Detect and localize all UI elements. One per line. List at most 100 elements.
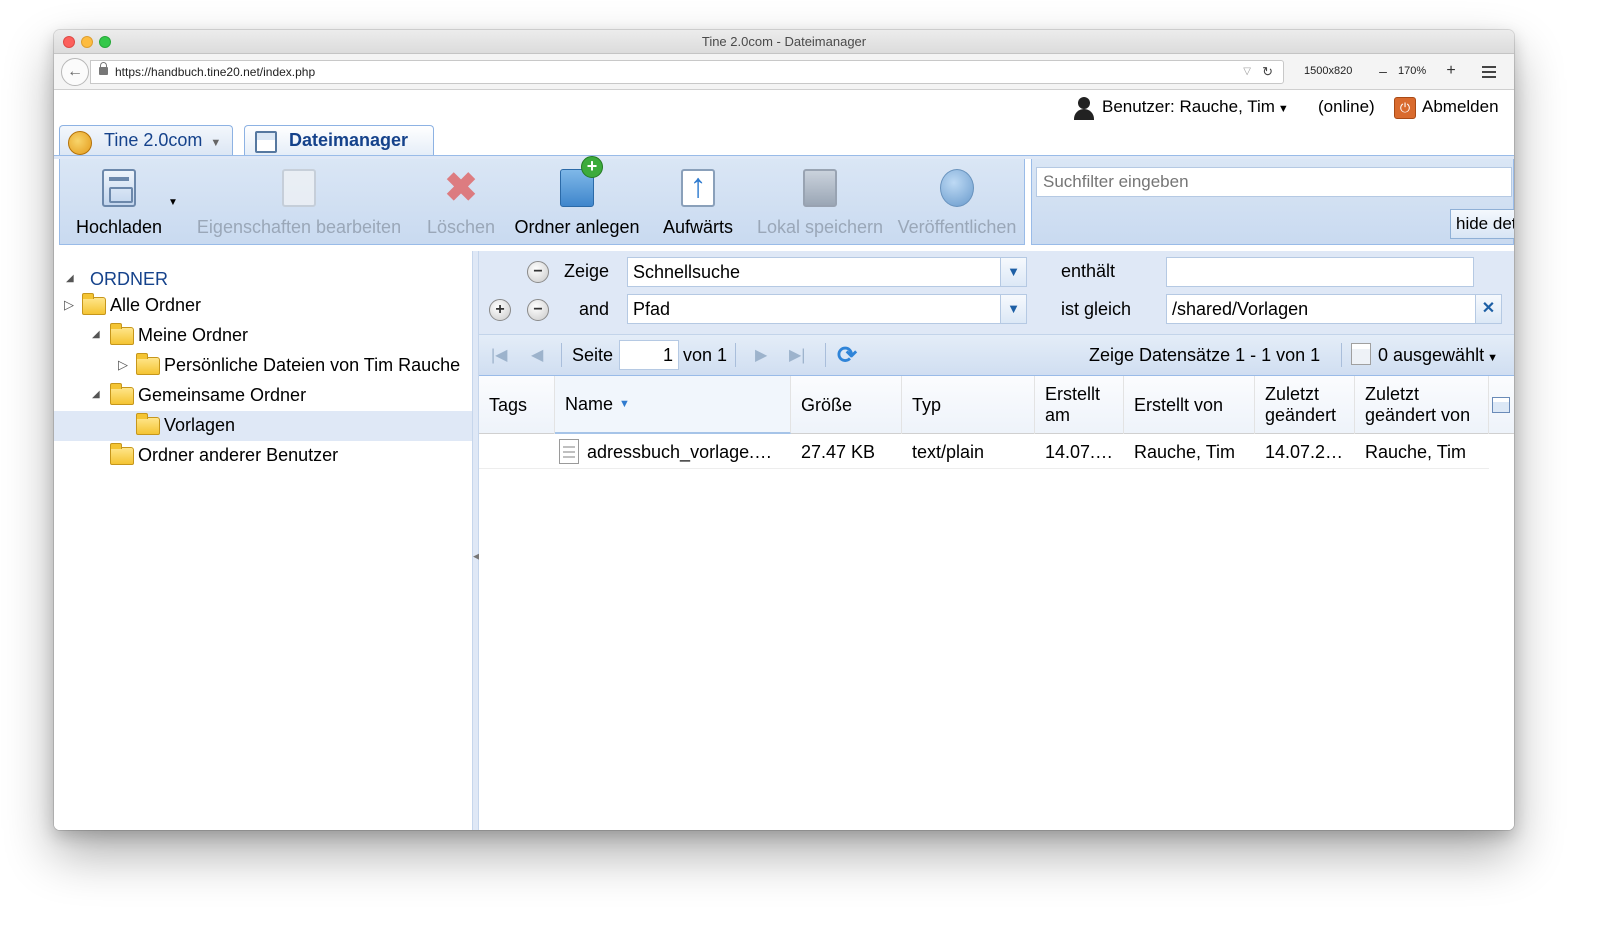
tree-item-label: Alle Ordner	[110, 295, 202, 315]
column-header-type[interactable]: Typ	[902, 376, 1035, 434]
tree-item-meine-ordner[interactable]: ◢ Meine Ordner	[54, 321, 472, 351]
column-header-created[interactable]: Erstellt am	[1035, 376, 1124, 434]
selection-menu[interactable]: 0 ausgewählt ▼	[1378, 345, 1498, 366]
edit-properties-button[interactable]: Eigenschaften bearbeiten	[188, 159, 410, 245]
clear-x-icon[interactable]: ✕	[1475, 295, 1501, 323]
tree-item-vorlagen[interactable]: Vorlagen	[54, 411, 472, 441]
zoom-in-button[interactable]: +	[1438, 60, 1464, 84]
folder-icon	[110, 383, 134, 405]
page-of-label: von 1	[683, 345, 728, 365]
cell-modified-by: Rauche, Tim	[1365, 442, 1467, 462]
folder-tree: ◢ ORDNER ▷ Alle Ordner ◢ Meine Ordner ▷ …	[54, 251, 472, 830]
close-window-button[interactable]	[63, 36, 75, 48]
column-header-created-by[interactable]: Erstellt von	[1124, 376, 1255, 434]
delete-label: Löschen	[426, 217, 496, 237]
delete-button[interactable]: ✖ Löschen	[418, 159, 504, 245]
search-input[interactable]	[1036, 167, 1512, 197]
text-file-icon	[559, 439, 579, 464]
filter-operator[interactable]: enthält	[1061, 261, 1115, 282]
hide-details-button[interactable]: hide details	[1450, 209, 1514, 239]
calendar-icon	[1351, 343, 1371, 365]
back-arrow-icon[interactable]: ←	[61, 58, 89, 86]
zoom-window-button[interactable]	[99, 36, 111, 48]
refresh-icon[interactable]: ⟳	[837, 341, 857, 370]
column-header-modified-by[interactable]: Zuletzt geändert von	[1355, 376, 1489, 434]
arrow-up-icon	[681, 167, 715, 207]
filemanager-icon	[255, 131, 277, 153]
upload-button[interactable]: ▼ Hochladen	[60, 159, 178, 245]
first-page-icon[interactable]: |◀	[491, 345, 507, 365]
column-header-name[interactable]: Name ▼	[555, 376, 791, 434]
separator	[825, 343, 826, 367]
column-header-size[interactable]: Größe	[791, 376, 902, 434]
new-folder-button[interactable]: Ordner anlegen	[510, 156, 644, 245]
zoom-out-button[interactable]: –	[1370, 60, 1396, 84]
caret-down-icon[interactable]: ▼	[168, 197, 178, 208]
cell-tags	[479, 435, 555, 469]
prev-page-icon[interactable]: ◀	[531, 345, 543, 365]
column-title: Zuletzt geändert	[1265, 384, 1337, 425]
column-title: Tags	[489, 394, 528, 415]
collapse-arrow-icon[interactable]: ◢	[92, 381, 100, 409]
cell-modified: 14.07.2…	[1265, 442, 1344, 462]
panel-splitter[interactable]: ◀	[472, 251, 480, 830]
delete-x-icon: ✖	[444, 166, 478, 210]
tab-dateimanager[interactable]: Dateimanager	[244, 125, 434, 156]
table-row[interactable]: adressbuch_vorlage.… 27.47 KB text/plain…	[479, 435, 1489, 469]
address-bar[interactable]: https://handbuch.tine20.net/index.php ▽ …	[90, 60, 1284, 84]
user-bar: Benutzer: Rauche, Tim ▼ (online) ⏻ Abmeld…	[54, 91, 1514, 125]
up-button[interactable]: Aufwärts	[652, 159, 744, 245]
user-label: Benutzer: Rauche, Tim	[1102, 97, 1275, 116]
filter-field-select[interactable]: Pfad ▼	[627, 294, 1027, 324]
add-filter-icon[interactable]: +	[489, 299, 511, 321]
user-menu[interactable]: Benutzer: Rauche, Tim ▼	[1102, 97, 1289, 117]
user-icon	[1072, 97, 1096, 121]
chevron-down-icon[interactable]: ▼	[1000, 295, 1026, 323]
filter-value-input[interactable]: /shared/Vorlagen ✕	[1166, 294, 1502, 324]
chevron-down-icon[interactable]: ▼	[1000, 258, 1026, 286]
selected-count: 0 ausgewählt	[1378, 345, 1485, 365]
tree-item-ordner-anderer-benutzer[interactable]: Ordner anderer Benutzer	[54, 441, 472, 471]
remove-filter-icon[interactable]: −	[527, 299, 549, 321]
chevron-down-icon[interactable]: ▼	[210, 137, 221, 149]
app-tabstrip: Tine 2.0com ▼ Dateimanager	[54, 125, 1514, 159]
reload-icon[interactable]: ↻	[1262, 61, 1273, 83]
tab-tine20com[interactable]: Tine 2.0com ▼	[59, 125, 233, 156]
remove-filter-icon[interactable]: −	[527, 261, 549, 283]
filter-operator[interactable]: ist gleich	[1061, 299, 1131, 320]
tree-item-gemeinsame-ordner[interactable]: ◢ Gemeinsame Ordner	[54, 381, 472, 411]
last-page-icon[interactable]: ▶|	[789, 345, 805, 365]
tree-item-alle-ordner[interactable]: ▷ Alle Ordner	[54, 291, 472, 321]
column-header-modified[interactable]: Zuletzt geändert	[1255, 376, 1355, 434]
logout-link[interactable]: Abmelden	[1422, 97, 1499, 117]
next-page-icon[interactable]: ▶	[755, 345, 767, 365]
publish-button[interactable]: Veröffentlichen	[894, 159, 1020, 245]
edit-properties-label: Eigenschaften bearbeiten	[196, 217, 402, 237]
viewport-size: 1500x820	[1304, 65, 1353, 77]
save-locally-button[interactable]: Lokal speichern	[752, 159, 888, 245]
power-icon[interactable]: ⏻	[1394, 97, 1416, 119]
url-dropdown-icon[interactable]: ▽	[1243, 61, 1251, 83]
filter-field-select[interactable]: Schnellsuche ▼	[627, 257, 1027, 287]
column-header-tags[interactable]: Tags	[479, 376, 555, 434]
page-number-input[interactable]: 1	[619, 340, 679, 370]
expand-arrow-icon[interactable]: ▷	[64, 291, 74, 319]
column-chooser-icon[interactable]	[1492, 397, 1510, 413]
tree-item-persoenliche-dateien[interactable]: ▷ Persönliche Dateien von Tim Rauche	[54, 351, 472, 381]
caret-down-icon: ▼	[1277, 103, 1289, 115]
window-title: Tine 2.0com - Dateimanager	[701, 34, 867, 49]
file-panel: − Zeige Schnellsuche ▼ enthält + − and P…	[479, 251, 1514, 830]
cell-name: adressbuch_vorlage.…	[587, 442, 773, 462]
cell-created: 14.07.…	[1045, 442, 1114, 462]
collapse-arrow-icon[interactable]: ◢	[66, 265, 74, 293]
filter-value-input[interactable]	[1166, 257, 1474, 287]
tab-label: Dateimanager	[289, 130, 409, 150]
minimize-window-button[interactable]	[81, 36, 93, 48]
cell-size: 27.47 KB	[801, 442, 876, 462]
column-title: Größe	[801, 394, 853, 415]
column-title: Name	[565, 393, 614, 414]
collapse-arrow-icon[interactable]: ◢	[92, 321, 100, 349]
new-folder-label: Ordner anlegen	[514, 217, 640, 237]
hamburger-menu-icon[interactable]	[1482, 66, 1496, 78]
expand-arrow-icon[interactable]: ▷	[118, 351, 128, 379]
